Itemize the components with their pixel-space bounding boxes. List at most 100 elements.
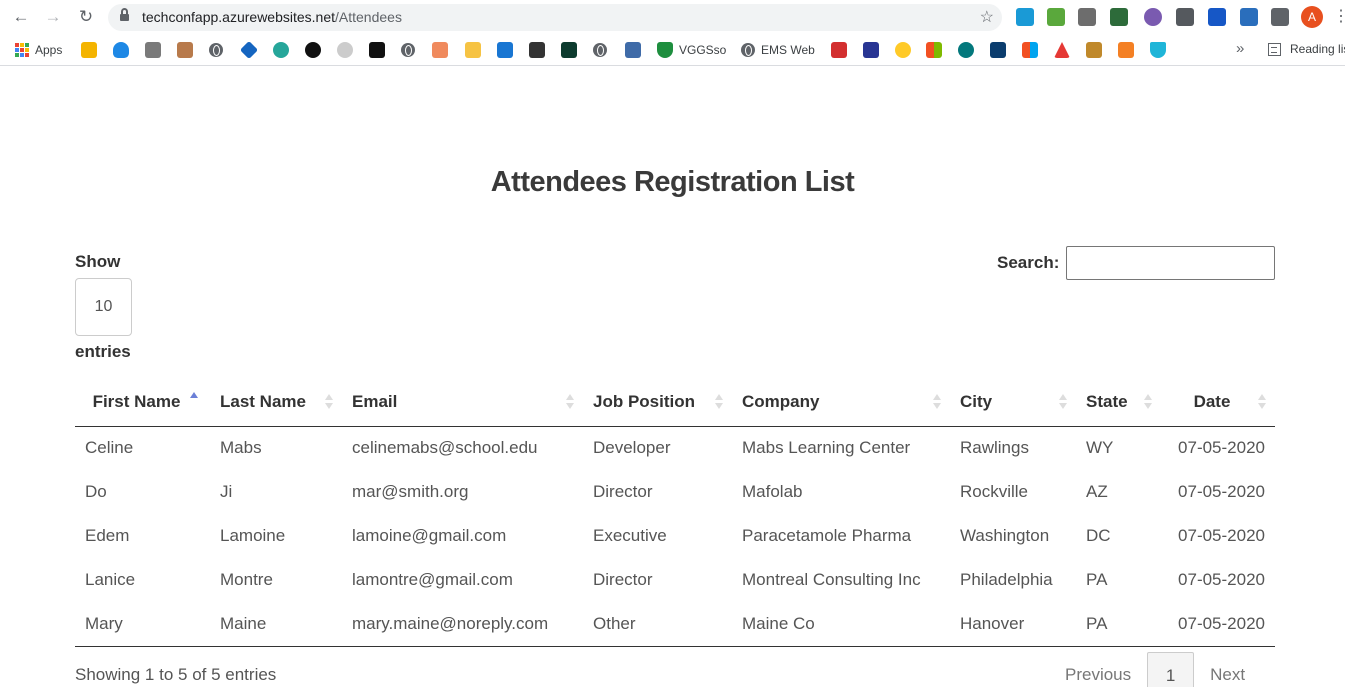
bookmark-label: EMS Web: [761, 43, 815, 57]
microsoft-icon: [926, 42, 942, 58]
cell-first-name: Edem: [85, 526, 130, 545]
bookmark-item[interactable]: [401, 41, 415, 59]
bookmark-item[interactable]: [1118, 41, 1134, 59]
previous-button[interactable]: Previous: [1049, 652, 1147, 687]
column-header-city[interactable]: City: [950, 378, 1076, 427]
bookmark-label: VGGSso: [679, 43, 727, 57]
cell-company: Maine Co: [732, 602, 950, 647]
bookmark-item[interactable]: [529, 41, 545, 59]
column-header-label: Job Position: [593, 391, 695, 411]
cell-date: 07-05-2020: [1178, 438, 1265, 458]
bookmark-item[interactable]: [863, 41, 879, 59]
pagination: Previous 1 Next: [1049, 652, 1261, 687]
bookmark-vggsso[interactable]: VGGSso: [657, 41, 726, 59]
bookmark-item[interactable]: [369, 41, 385, 59]
column-header-job-position[interactable]: Job Position: [583, 378, 732, 427]
column-header-label: Email: [352, 391, 398, 411]
bookmark-item[interactable]: [1022, 41, 1038, 59]
column-header-label: Date: [1193, 391, 1231, 411]
bookmark-item[interactable]: [273, 41, 289, 59]
globe-icon: [401, 43, 415, 57]
bookmark-item[interactable]: [209, 41, 223, 59]
extension-icon[interactable]: [1110, 8, 1128, 26]
cell-state: DC: [1086, 526, 1111, 545]
next-button[interactable]: Next: [1194, 652, 1261, 687]
column-header-last-name[interactable]: Last Name: [210, 378, 342, 427]
bookmark-item[interactable]: [145, 41, 161, 59]
column-header-state[interactable]: State: [1076, 378, 1161, 427]
profile-avatar[interactable]: A: [1301, 6, 1323, 28]
bookmark-apps[interactable]: Apps: [15, 41, 62, 59]
table-row: Celine Mabs celinemabs@school.edu Develo…: [75, 426, 1275, 470]
search-input[interactable]: [1066, 246, 1275, 280]
bookmark-item[interactable]: [958, 41, 974, 59]
column-header-date[interactable]: Date: [1161, 378, 1275, 427]
cell-job-position: Director: [593, 482, 653, 501]
back-arrow-icon[interactable]: ←: [10, 6, 32, 28]
extension-icon[interactable]: [1176, 8, 1194, 26]
cell-city: Rockville: [960, 482, 1029, 501]
column-header-company[interactable]: Company: [732, 378, 950, 427]
sort-icon: [1059, 394, 1067, 410]
bookmark-item[interactable]: [113, 41, 129, 59]
column-header-email[interactable]: Email: [342, 378, 583, 427]
bookmark-item[interactable]: [831, 41, 847, 59]
reload-icon[interactable]: ↻: [75, 6, 97, 28]
more-bookmarks-icon[interactable]: »: [1236, 40, 1244, 57]
bookmark-icon: [145, 42, 161, 58]
bookmark-item[interactable]: [895, 41, 911, 59]
bookmark-item[interactable]: [497, 41, 513, 59]
bookmark-ems-web[interactable]: EMS Web: [741, 41, 815, 59]
bookmark-icon: [990, 42, 1006, 58]
bookmark-item[interactable]: [593, 41, 607, 59]
apps-grid-icon: [15, 43, 29, 57]
bookmark-item[interactable]: [337, 41, 353, 59]
forward-arrow-icon[interactable]: →: [42, 6, 64, 28]
bookmark-item[interactable]: [1086, 41, 1102, 59]
cell-first-name: Celine: [85, 438, 134, 458]
cell-company: Mafolab: [742, 482, 803, 501]
bookmark-item[interactable]: [1054, 41, 1070, 59]
stackoverflow-icon: [1118, 42, 1134, 58]
cell-job-position: Director: [593, 570, 653, 589]
address-bar[interactable]: techconfapp.azurewebsites.net/Attendees …: [108, 4, 1002, 31]
bookmark-item[interactable]: [81, 41, 97, 59]
cell-company: Paracetamole Pharma: [742, 526, 912, 545]
extension-icon[interactable]: [1144, 8, 1162, 26]
bookmark-item[interactable]: [990, 41, 1006, 59]
bookmark-icon: [561, 42, 577, 58]
bookmark-star-icon[interactable]: ☆: [980, 7, 994, 27]
cell-last-name: Ji: [220, 482, 233, 501]
page-button-current[interactable]: 1: [1147, 652, 1195, 687]
bookmark-item[interactable]: [625, 41, 641, 59]
bookmark-item[interactable]: [561, 41, 577, 59]
cell-state: AZ: [1086, 482, 1108, 501]
bookmark-item[interactable]: [1150, 41, 1166, 59]
extension-icon[interactable]: [1078, 8, 1096, 26]
bookmark-item[interactable]: [177, 41, 193, 59]
cell-email: lamontre@gmail.com: [352, 570, 513, 589]
cell-city: Rawlings: [960, 438, 1029, 458]
reading-list[interactable]: Reading lis: [1268, 42, 1345, 56]
table-info: Showing 1 to 5 of 5 entries: [75, 665, 277, 684]
url-text[interactable]: techconfapp.azurewebsites.net/Attendees: [142, 9, 402, 25]
column-header-first-name[interactable]: First Name: [75, 378, 210, 427]
bookmark-item[interactable]: [305, 41, 321, 59]
sort-icon: [325, 394, 333, 410]
cell-job-position: Executive: [593, 526, 667, 545]
cell-state: PA: [1086, 570, 1108, 589]
extension-icon[interactable]: [1016, 8, 1034, 26]
cell-date: 07-05-2020: [1178, 482, 1265, 501]
extension-icon[interactable]: [1240, 8, 1258, 26]
bookmark-item[interactable]: [239, 40, 259, 60]
menu-dots-icon[interactable]: ⋮: [1333, 6, 1345, 28]
bookmark-item[interactable]: [432, 41, 448, 59]
cell-state: PA: [1076, 602, 1161, 647]
puzzle-icon[interactable]: [1271, 8, 1289, 26]
bookmark-item[interactable]: [926, 41, 942, 59]
bookmark-icon: [273, 42, 289, 58]
extension-icon[interactable]: [1208, 8, 1226, 26]
bookmark-item[interactable]: [465, 41, 481, 59]
extension-icon[interactable]: [1047, 8, 1065, 26]
entries-length-select[interactable]: 10: [75, 278, 132, 336]
